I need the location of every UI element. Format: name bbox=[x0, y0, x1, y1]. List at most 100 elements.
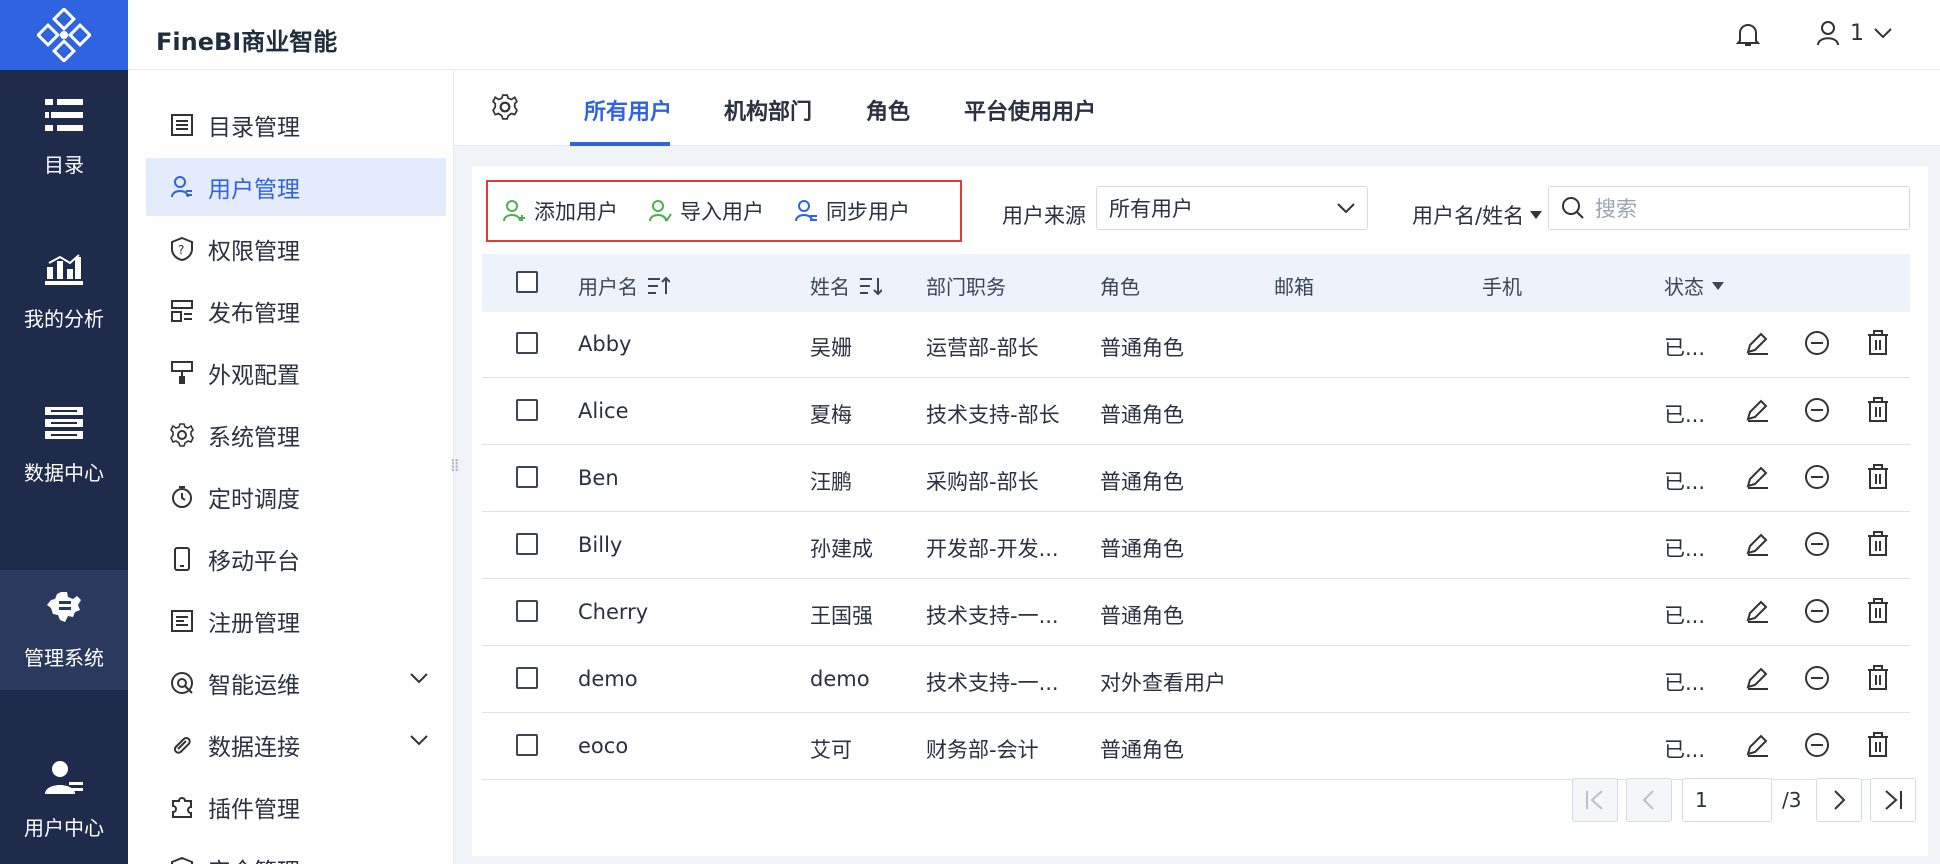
nav-user-center[interactable]: 用户中心 bbox=[0, 740, 128, 860]
header-status[interactable]: 状态 bbox=[1664, 271, 1724, 300]
disable-button[interactable] bbox=[1804, 531, 1830, 562]
row-checkbox[interactable] bbox=[516, 332, 538, 354]
tab-departments[interactable]: 机构部门 bbox=[724, 94, 812, 126]
edit-button[interactable] bbox=[1744, 598, 1770, 629]
submenu-data-connection[interactable]: 数据连接 bbox=[146, 716, 446, 774]
table-row[interactable]: Cherry 王国强 技术支持-一... 普通角色 已... bbox=[482, 580, 1910, 646]
delete-button[interactable] bbox=[1866, 464, 1890, 495]
cell-realname: 夏梅 bbox=[810, 403, 852, 427]
analysis-icon bbox=[45, 253, 83, 285]
nav-my-analysis[interactable]: 我的分析 bbox=[0, 232, 128, 352]
row-checkbox[interactable] bbox=[516, 734, 538, 756]
edit-button[interactable] bbox=[1744, 397, 1770, 428]
submenu-user-management[interactable]: 用户管理 bbox=[146, 158, 446, 216]
row-checkbox[interactable] bbox=[516, 399, 538, 421]
brush-icon bbox=[171, 361, 193, 384]
last-page-button[interactable] bbox=[1870, 778, 1916, 822]
tab-platform-users[interactable]: 平台使用用户 bbox=[964, 94, 1096, 126]
delete-button[interactable] bbox=[1866, 732, 1890, 763]
row-checkbox[interactable] bbox=[516, 533, 538, 555]
delete-button[interactable] bbox=[1866, 665, 1890, 696]
table-row[interactable]: eoco 艾可 财务部-会计 普通角色 已... bbox=[482, 714, 1910, 780]
bell-icon[interactable] bbox=[1736, 22, 1760, 48]
row-checkbox[interactable] bbox=[516, 466, 538, 488]
next-page-button[interactable] bbox=[1816, 778, 1862, 822]
disable-button[interactable] bbox=[1804, 330, 1830, 361]
nav-label: 用户中心 bbox=[24, 815, 104, 840]
submenu-smart-ops[interactable]: 智能运维 bbox=[146, 654, 446, 712]
table-row[interactable]: Alice 夏梅 技术支持-部长 普通角色 已... bbox=[482, 379, 1910, 445]
settings-gear-icon[interactable] bbox=[492, 94, 518, 120]
delete-button[interactable] bbox=[1866, 330, 1890, 361]
select-all-checkbox[interactable] bbox=[516, 271, 538, 293]
add-user-button[interactable]: 添加用户 bbox=[502, 196, 618, 226]
user-menu[interactable]: 1 bbox=[1816, 20, 1892, 46]
register-icon bbox=[171, 610, 193, 632]
cell-realname: 艾可 bbox=[810, 738, 852, 762]
user-icon bbox=[1817, 21, 1839, 46]
publish-icon bbox=[171, 300, 193, 322]
table-row[interactable]: Billy 孙建成 开发部-开发... 普通角色 已... bbox=[482, 513, 1910, 579]
table-row[interactable]: Abby 吴姗 运营部-部长 普通角色 已... bbox=[482, 312, 1910, 378]
submenu-appearance[interactable]: 外观配置 bbox=[146, 344, 446, 402]
prev-page-button[interactable] bbox=[1626, 778, 1672, 822]
chevron-down-icon[interactable] bbox=[410, 672, 428, 684]
submenu-catalog[interactable]: 目录管理 bbox=[146, 96, 446, 154]
delete-button[interactable] bbox=[1866, 397, 1890, 428]
submenu-system[interactable]: 系统管理 bbox=[146, 406, 446, 464]
sort-icon bbox=[648, 276, 670, 294]
submenu-label: 安全管理 bbox=[208, 852, 300, 864]
edit-icon bbox=[1746, 466, 1768, 489]
first-page-button[interactable] bbox=[1572, 778, 1618, 822]
disable-button[interactable] bbox=[1804, 464, 1830, 495]
logo[interactable] bbox=[0, 0, 128, 70]
table-row[interactable]: Ben 汪鹏 采购部-部长 普通角色 已... bbox=[482, 446, 1910, 512]
cell-username: eoco bbox=[578, 734, 629, 758]
chevron-down-icon[interactable] bbox=[410, 734, 428, 746]
nav-catalog[interactable]: 目录 bbox=[0, 78, 128, 198]
timer-icon bbox=[172, 486, 192, 508]
table-row[interactable]: demo demo 技术支持-一... 对外查看用户 已... bbox=[482, 647, 1910, 713]
edit-button[interactable] bbox=[1744, 531, 1770, 562]
nav-admin-system[interactable]: 管理系统 bbox=[0, 570, 128, 690]
header-username[interactable]: 用户名 bbox=[578, 271, 670, 300]
cell-dept: 技术支持-一... bbox=[926, 671, 1059, 695]
edit-button[interactable] bbox=[1744, 732, 1770, 763]
submenu-permission[interactable]: ? 权限管理 bbox=[146, 220, 446, 278]
search-icon bbox=[1562, 197, 1584, 219]
submenu-publish[interactable]: 发布管理 bbox=[146, 282, 446, 340]
tab-roles[interactable]: 角色 bbox=[866, 94, 910, 126]
submenu-schedule[interactable]: 定时调度 bbox=[146, 468, 446, 526]
disable-button[interactable] bbox=[1804, 665, 1830, 696]
submenu-plugin[interactable]: 插件管理 bbox=[146, 778, 446, 836]
cell-status: 已... bbox=[1664, 336, 1706, 360]
users-panel: 添加用户 导入用户 同步用户 用户来源 所有用户 用户名/姓名 搜索 用户名 姓… bbox=[472, 166, 1928, 856]
disable-button[interactable] bbox=[1804, 397, 1830, 428]
disable-button[interactable] bbox=[1804, 732, 1830, 763]
header-realname[interactable]: 姓名 bbox=[810, 271, 882, 300]
import-user-button[interactable]: 导入用户 bbox=[648, 196, 764, 226]
delete-button[interactable] bbox=[1866, 531, 1890, 562]
submenu-security[interactable]: 安全管理 bbox=[146, 840, 446, 864]
edit-button[interactable] bbox=[1744, 464, 1770, 495]
cell-status: 已... bbox=[1664, 604, 1706, 628]
edit-icon bbox=[1746, 399, 1768, 422]
chevron-down-icon bbox=[1337, 203, 1355, 214]
search-mode-dropdown[interactable]: 用户名/姓名 bbox=[1412, 200, 1543, 230]
edit-button[interactable] bbox=[1744, 330, 1770, 361]
disable-button[interactable] bbox=[1804, 598, 1830, 629]
nav-data-center[interactable]: 数据中心 bbox=[0, 386, 128, 506]
row-checkbox[interactable] bbox=[516, 600, 538, 622]
source-select[interactable]: 所有用户 bbox=[1096, 186, 1368, 230]
row-checkbox[interactable] bbox=[516, 667, 538, 689]
delete-button[interactable] bbox=[1866, 598, 1890, 629]
page-input[interactable]: 1 bbox=[1682, 778, 1772, 822]
submenu-mobile[interactable]: 移动平台 bbox=[146, 530, 446, 588]
edit-button[interactable] bbox=[1744, 665, 1770, 696]
sync-user-button[interactable]: 同步用户 bbox=[794, 196, 910, 226]
submenu-register[interactable]: 注册管理 bbox=[146, 592, 446, 650]
search-placeholder: 搜索 bbox=[1595, 197, 1637, 221]
cell-dept: 财务部-会计 bbox=[926, 738, 1039, 762]
search-input[interactable]: 搜索 bbox=[1548, 186, 1910, 230]
tab-all-users[interactable]: 所有用户 bbox=[584, 94, 672, 126]
